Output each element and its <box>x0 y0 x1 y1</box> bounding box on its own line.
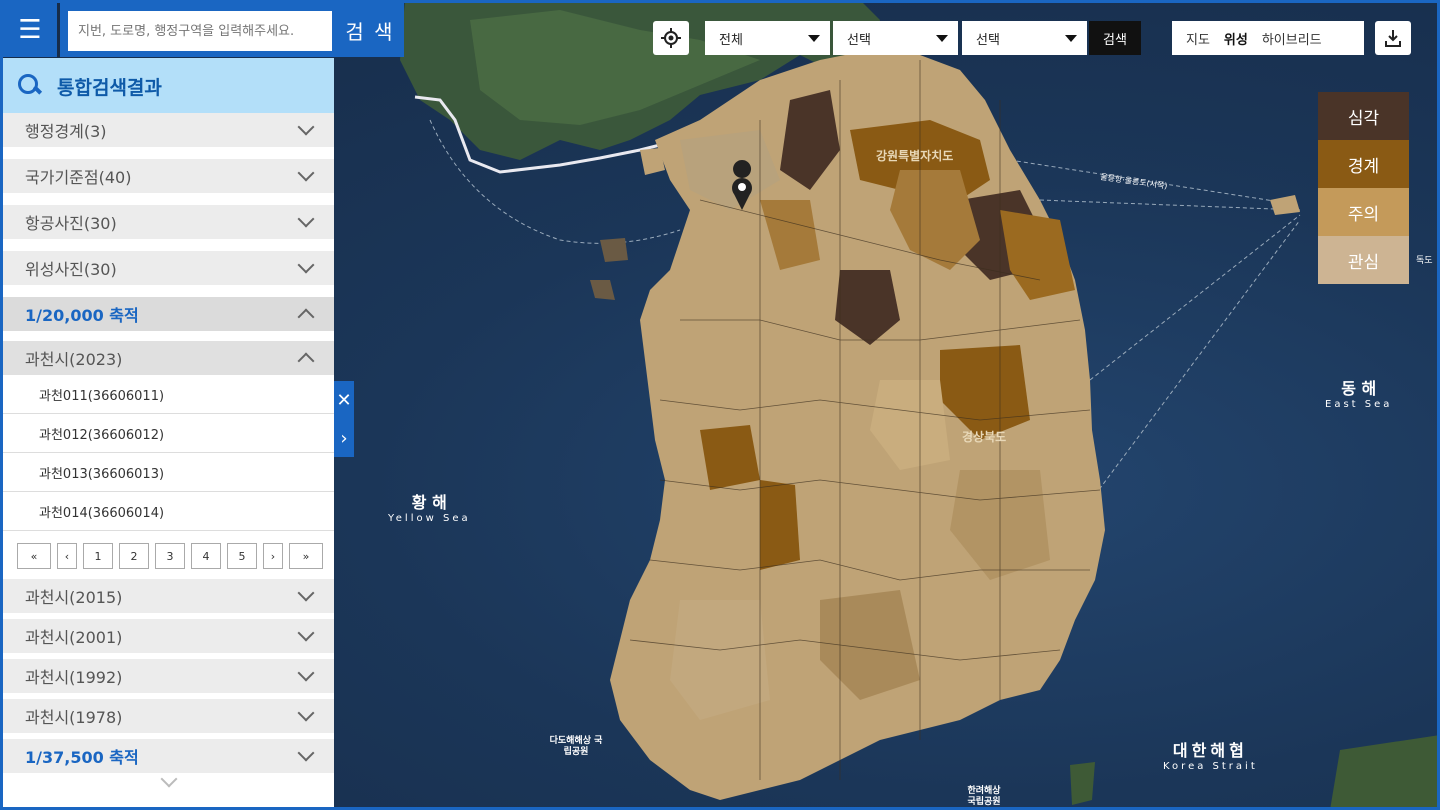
category-admin-boundary[interactable]: 행정경계(3) <box>3 113 334 147</box>
list-item[interactable]: 과천014(36606014) <box>3 492 334 531</box>
search-results-panel: 통합검색결과 행정경계(3) 국가기준점(40) 항공사진(30) 위성사진(3… <box>3 58 334 807</box>
maptype-hybrid[interactable]: 하이브리드 <box>1248 29 1322 48</box>
year-group-label: 과천시(2001) <box>25 628 123 647</box>
legend-severe: 심각 <box>1318 92 1409 140</box>
chevron-down-icon <box>297 256 315 274</box>
yellow-sea-label: 황 해 Yellow Sea <box>388 493 471 524</box>
chevron-down-icon <box>297 664 315 682</box>
page-button[interactable]: 5 <box>227 543 257 569</box>
panel-title: 통합검색결과 <box>57 76 162 99</box>
download-icon <box>1385 30 1401 47</box>
region-search-button[interactable]: 검색 <box>1089 21 1141 55</box>
map-type-switcher: 지도 위성 하이브리드 <box>1172 21 1364 55</box>
page-button[interactable]: 1 <box>83 543 113 569</box>
gangwon-label: 강원특별자치도 <box>876 149 954 163</box>
category-label: 국가기준점(40) <box>25 168 132 187</box>
current-location-button[interactable] <box>653 21 689 55</box>
region-select-2[interactable]: 선택 <box>833 21 958 55</box>
scale-group-label: 1/37,500 축적 <box>25 748 139 767</box>
panel-toggle[interactable]: ✕ › <box>334 381 354 457</box>
search-icon <box>17 73 43 99</box>
chevron-down-icon <box>297 210 315 228</box>
year-group-label: 과천시(2023) <box>25 350 123 369</box>
scale-group-37500[interactable]: 1/37,500 축적 <box>3 739 334 773</box>
dropdown-arrow-icon <box>1065 35 1077 42</box>
category-label: 위성사진(30) <box>25 260 117 279</box>
close-icon[interactable]: ✕ <box>336 390 351 411</box>
gyeongbuk-label: 경상북도 <box>962 430 1007 444</box>
year-group-label: 과천시(1992) <box>25 668 123 687</box>
region-select-1[interactable]: 전체 <box>705 21 830 55</box>
maptype-map[interactable]: 지도 <box>1172 29 1210 48</box>
dropdown-arrow-icon <box>808 35 820 42</box>
legend-warning: 경계 <box>1318 140 1409 188</box>
chevron-down-icon <box>297 744 315 762</box>
crosshair-icon <box>661 28 681 48</box>
chevron-down-icon <box>297 164 315 182</box>
category-label: 행정경계(3) <box>25 122 107 141</box>
next-page-button[interactable]: › <box>263 543 283 569</box>
category-control-points[interactable]: 국가기준점(40) <box>3 159 334 193</box>
page-button[interactable]: 3 <box>155 543 185 569</box>
year-group-2015[interactable]: 과천시(2015) <box>3 579 334 613</box>
last-page-button[interactable]: » <box>289 543 323 569</box>
list-item[interactable]: 과천013(36606013) <box>3 453 334 492</box>
east-sea-label: 동 해 East Sea <box>1325 379 1393 410</box>
legend-attention: 관심 <box>1318 236 1409 284</box>
region-select-3[interactable]: 선택 <box>962 21 1087 55</box>
chevron-up-icon <box>297 308 315 326</box>
chevron-up-icon <box>297 352 315 370</box>
select-value: 선택 <box>847 32 871 48</box>
hallyeo-park-label: 한려해상 국립공원 <box>967 786 1001 807</box>
year-group-2001[interactable]: 과천시(2001) <box>3 619 334 653</box>
list-item[interactable]: 과천011(36606011) <box>3 375 334 414</box>
select-value: 선택 <box>976 32 1000 48</box>
prev-page-button[interactable]: ‹ <box>57 543 77 569</box>
year-group-1992[interactable]: 과천시(1992) <box>3 659 334 693</box>
chevron-down-icon <box>160 770 177 788</box>
category-aerial-photo[interactable]: 항공사진(30) <box>3 205 334 239</box>
page-button[interactable]: 2 <box>119 543 149 569</box>
pagination: « ‹ 1 2 3 4 5 › » <box>3 531 334 579</box>
menu-button[interactable]: ☰ <box>3 3 57 57</box>
search-button[interactable]: 검 색 <box>336 3 404 57</box>
dropdown-arrow-icon <box>936 35 948 42</box>
year-group-2023[interactable]: 과천시(2023) <box>3 341 334 375</box>
year-group-1978[interactable]: 과천시(1978) <box>3 699 334 733</box>
korea-strait-label: 대한해협 Korea Strait <box>1163 741 1258 772</box>
dadohae-park-label: 다도해해상 국립공원 <box>549 736 603 757</box>
legend-caution: 주의 <box>1318 188 1409 236</box>
select-value: 전체 <box>719 32 743 48</box>
alert-level-legend: 심각 경계 주의 관심 <box>1318 92 1409 284</box>
dokdo-label: 독도 <box>1416 256 1433 266</box>
chevron-down-icon <box>297 704 315 722</box>
list-item[interactable]: 과천012(36606012) <box>3 414 334 453</box>
year-group-label: 과천시(2015) <box>25 588 123 607</box>
chevron-down-icon <box>297 118 315 136</box>
scale-group-label: 1/20,000 축적 <box>25 306 139 325</box>
download-button[interactable] <box>1375 21 1411 55</box>
first-page-button[interactable]: « <box>17 543 51 569</box>
search-input[interactable] <box>68 11 332 51</box>
maptype-satellite[interactable]: 위성 <box>1210 29 1248 48</box>
panel-header: 통합검색결과 <box>3 58 334 114</box>
scale-group-20000[interactable]: 1/20,000 축적 <box>3 297 334 331</box>
category-satellite-photo[interactable]: 위성사진(30) <box>3 251 334 285</box>
page-button[interactable]: 4 <box>191 543 221 569</box>
chevron-down-icon <box>297 584 315 602</box>
chevron-down-icon <box>297 624 315 642</box>
chevron-right-icon[interactable]: › <box>340 428 347 449</box>
year-group-label: 과천시(1978) <box>25 708 123 727</box>
search-bar <box>60 3 336 57</box>
hamburger-icon: ☰ <box>18 15 42 45</box>
scroll-more[interactable] <box>3 770 334 803</box>
category-label: 항공사진(30) <box>25 214 117 233</box>
